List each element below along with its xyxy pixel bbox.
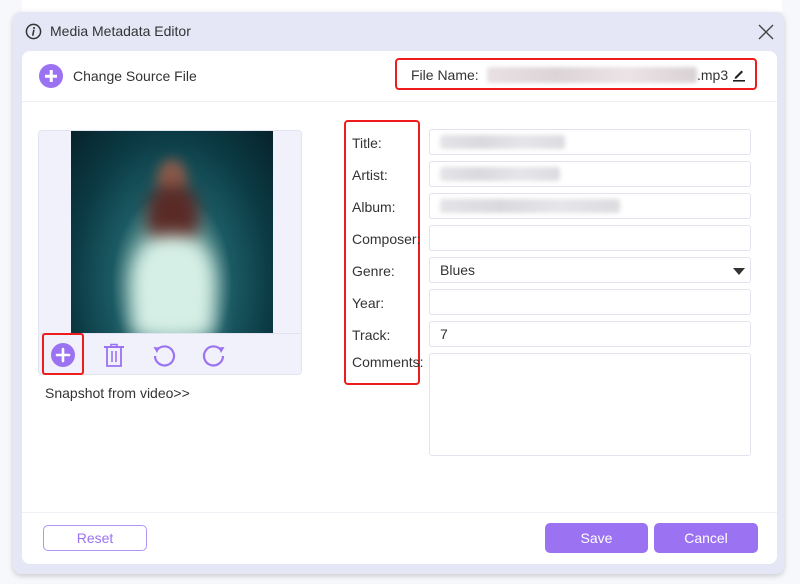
cover-art-panel [38,130,302,375]
genre-selected-value: Blues [440,262,476,278]
media-metadata-editor-dialog: Media Metadata Editor Change Source File… [13,12,784,574]
add-cover-icon[interactable] [50,342,76,368]
dialog-title: Media Metadata Editor [50,23,191,39]
delete-icon[interactable] [101,342,127,368]
change-source-file-label: Change Source File [73,68,197,84]
genre-label: Genre: [352,263,395,279]
dropdown-arrow-icon [733,268,745,275]
comments-label: Comments: [352,354,424,370]
cover-toolbar [39,333,301,376]
editor-panel: Change Source File File Name: .mp3 Snaps… [22,51,777,564]
cancel-button[interactable]: Cancel [654,523,758,553]
rotate-left-icon[interactable] [151,342,177,368]
source-bar: Change Source File File Name: .mp3 [22,51,777,102]
artist-blurred-value [440,167,560,181]
genre-dropdown[interactable]: Blues [429,257,751,283]
dialog-footer: Reset Save Cancel [22,512,777,565]
file-name-field: File Name: .mp3 [395,58,757,90]
save-button[interactable]: Save [545,523,648,553]
change-source-file-button[interactable]: Change Source File [39,64,197,88]
title-blurred-value [440,135,565,149]
year-label: Year: [352,295,385,311]
title-bar: Media Metadata Editor [13,12,784,52]
reset-button[interactable]: Reset [43,525,147,551]
cover-art-image [71,131,273,333]
plus-circle-icon [39,64,63,88]
title-label: Title: [352,135,382,151]
info-icon [25,23,42,40]
album-label: Album: [352,199,396,215]
file-name-blurred-value [487,67,697,83]
file-name-extension: .mp3 [697,67,729,83]
labels-highlight [344,120,420,385]
year-input[interactable] [429,289,751,315]
track-label: Track: [352,327,391,343]
rotate-right-icon[interactable] [201,342,227,368]
edit-pencil-icon[interactable] [731,66,747,82]
artist-label: Artist: [352,167,388,183]
composer-label: Composer: [352,231,421,247]
file-name-label: File Name: [411,67,479,83]
snapshot-from-video-link[interactable]: Snapshot from video>> [45,385,190,401]
composer-input[interactable] [429,225,751,251]
background-window [22,0,782,12]
track-input[interactable] [429,321,751,347]
comments-textarea[interactable] [429,353,751,456]
close-icon[interactable] [756,22,776,42]
album-blurred-value [440,199,620,213]
